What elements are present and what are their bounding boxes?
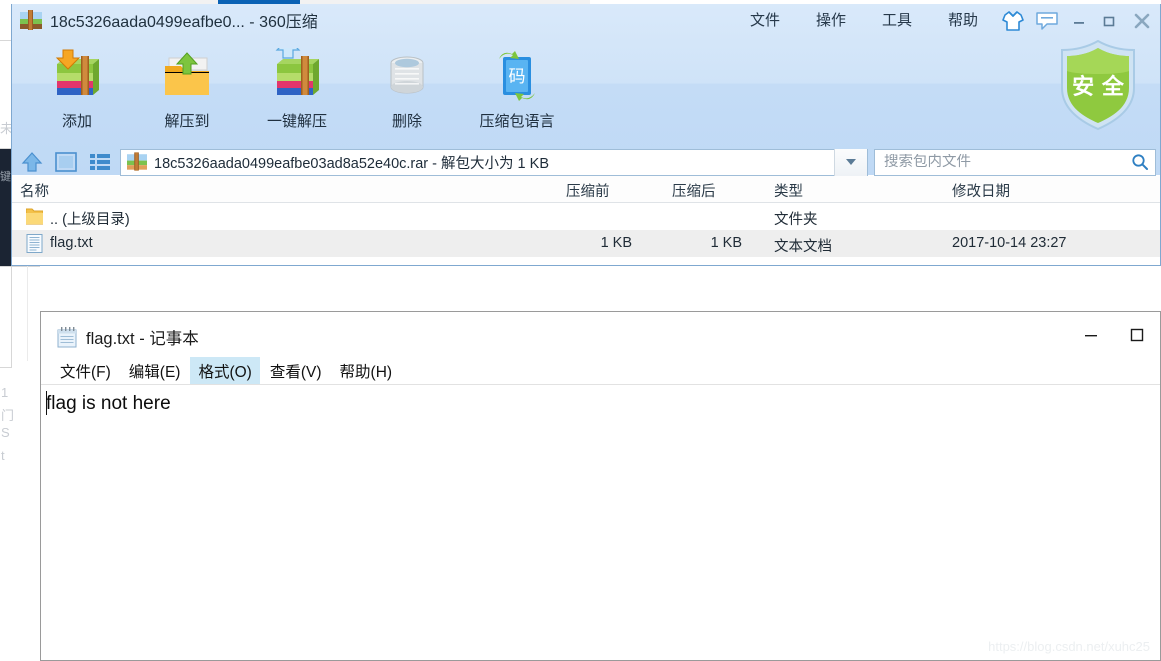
notepad-window: flag.txt - 记事本 文件(F) 编辑(E) 格式(O) 查看(V) 帮…: [40, 311, 1161, 661]
toolbar-add[interactable]: 添加: [22, 40, 132, 138]
notepad-menu-edit[interactable]: 编辑(E): [121, 357, 189, 385]
archive-titlebar[interactable]: 18c5326aada0499eafbe0... - 360压缩 文件 操作 工…: [12, 4, 1160, 37]
row-name: flag.txt: [50, 235, 93, 251]
table-row[interactable]: .. (上级目录) 文件夹: [12, 203, 1160, 230]
archive-window: 18c5326aada0499eafbe0... - 360压缩 文件 操作 工…: [11, 4, 1161, 266]
text-file-icon: [26, 234, 43, 253]
row-type: 文件夹: [774, 212, 818, 228]
row-name: .. (上级目录): [50, 212, 130, 228]
archive-menubar: 文件 操作 工具 帮助: [732, 4, 1160, 37]
column-header-type[interactable]: 类型: [774, 180, 803, 201]
notepad-window-buttons: [1068, 312, 1160, 357]
background-glyph-4: S: [1, 425, 10, 440]
menu-file[interactable]: 文件: [732, 4, 798, 37]
notepad-titlebar[interactable]: flag.txt - 记事本: [41, 312, 1160, 357]
notepad-menu-view[interactable]: 查看(V): [262, 357, 330, 385]
trash-icon: [375, 48, 439, 108]
row-type: 文本文档: [774, 239, 832, 255]
column-header-size-after[interactable]: 压缩后: [672, 180, 716, 201]
background-glyph-5: t: [1, 448, 5, 463]
maximize-button[interactable]: [1114, 312, 1160, 357]
archive-extract-icon: [265, 38, 329, 108]
archive-icon: [127, 152, 149, 172]
minimize-button[interactable]: [1064, 4, 1094, 37]
toolbar-archive-language-label: 压缩包语言: [479, 113, 555, 130]
chevron-down-icon[interactable]: [834, 148, 867, 176]
toolbar-archive-language[interactable]: 码 压缩包语言: [462, 40, 572, 138]
archive-toolbar: 添加 解压到 一键解压 删除 码 压缩包语言: [22, 38, 572, 140]
notepad-text-area[interactable]: flag is not here https://blog.csdn.net/x…: [42, 385, 1160, 660]
notepad-menubar: 文件(F) 编辑(E) 格式(O) 查看(V) 帮助(H): [41, 356, 1160, 385]
close-button[interactable]: [1124, 4, 1160, 37]
svg-text:安 全: 安 全: [1072, 74, 1125, 100]
watermark: https://blog.csdn.net/xuhc25: [988, 639, 1150, 654]
notepad-content: flag is not here: [46, 393, 171, 414]
security-shield-icon[interactable]: 安 全: [1054, 38, 1142, 132]
background-glyph-2: 1: [1, 385, 9, 400]
skin-shirt-icon[interactable]: [996, 4, 1030, 37]
toolbar-delete[interactable]: 删除: [352, 40, 462, 138]
notepad-menu-help[interactable]: 帮助(H): [332, 357, 401, 385]
feedback-icon[interactable]: [1030, 4, 1064, 37]
notepad-icon: [57, 326, 77, 348]
column-header-name[interactable]: 名称: [20, 180, 49, 201]
archive-title-group: 18c5326aada0499eafbe0... - 360压缩: [20, 8, 318, 32]
background-divider-5: [11, 266, 12, 367]
code-language-icon: 码: [485, 48, 549, 108]
address-bar-text: 18c5326aada0499eafbe03ad8a52e40c.rar - 解…: [154, 155, 549, 172]
list-view-icon[interactable]: [86, 149, 114, 175]
toolbar-add-label: 添加: [61, 113, 92, 130]
notepad-menu-format[interactable]: 格式(O): [190, 356, 260, 385]
menu-operate[interactable]: 操作: [798, 4, 864, 37]
archive-title-text: 18c5326aada0499eafbe0... - 360压缩: [50, 14, 318, 31]
archive-address-row: 18c5326aada0499eafbe03ad8a52e40c.rar - 解…: [18, 147, 1156, 177]
archive-add-icon: [45, 48, 109, 108]
minimize-button[interactable]: [1068, 312, 1114, 357]
preview-pane-icon[interactable]: [52, 149, 80, 175]
toolbar-one-click-extract[interactable]: 一键解压: [242, 38, 352, 138]
table-row[interactable]: flag.txt 1 KB 1 KB 文本文档 2017-10-14 23:27: [12, 230, 1160, 257]
row-size-after: 1 KB: [710, 235, 742, 251]
toolbar-extract-to[interactable]: 解压到: [132, 40, 242, 138]
background-divider-3: [0, 266, 40, 267]
background-divider-6: [27, 266, 28, 361]
folder-up-icon: [25, 207, 44, 226]
maximize-button[interactable]: [1094, 4, 1124, 37]
background-sidebar-strip: [0, 148, 11, 266]
toolbar-delete-label: 删除: [391, 113, 422, 130]
folder-extract-icon: [155, 48, 219, 108]
svg-text:码: 码: [509, 67, 526, 87]
notepad-menu-file[interactable]: 文件(F): [52, 357, 119, 385]
row-modified: 2017-10-14 23:27: [952, 235, 1067, 251]
file-list-header: 名称 压缩前 压缩后 类型 修改日期: [12, 176, 1160, 203]
menu-tools[interactable]: 工具: [864, 4, 930, 37]
up-level-icon[interactable]: [18, 149, 46, 175]
background-divider-2: [0, 148, 11, 149]
toolbar-extract-to-label: 解压到: [164, 113, 210, 130]
column-header-modified[interactable]: 修改日期: [952, 180, 1010, 201]
archive-icon: [20, 10, 42, 30]
address-bar[interactable]: 18c5326aada0499eafbe03ad8a52e40c.rar - 解…: [120, 148, 868, 176]
file-list: .. (上级目录) 文件夹 flag.txt 1 KB 1 KB 文本文档 20…: [12, 203, 1160, 265]
background-glyph-3: 门: [1, 408, 15, 423]
search-box[interactable]: [874, 148, 1156, 176]
toolbar-one-click-extract-label: 一键解压: [266, 113, 327, 130]
background-glyph-6: 键: [0, 171, 11, 183]
column-header-size-before[interactable]: 压缩前: [566, 180, 610, 201]
notepad-title-text: flag.txt - 记事本: [86, 330, 199, 348]
search-input[interactable]: [875, 154, 1125, 170]
menu-help[interactable]: 帮助: [930, 4, 996, 37]
search-icon[interactable]: [1125, 150, 1155, 175]
notepad-title-group: flag.txt - 记事本: [57, 325, 199, 349]
background-divider-4: [0, 367, 12, 368]
